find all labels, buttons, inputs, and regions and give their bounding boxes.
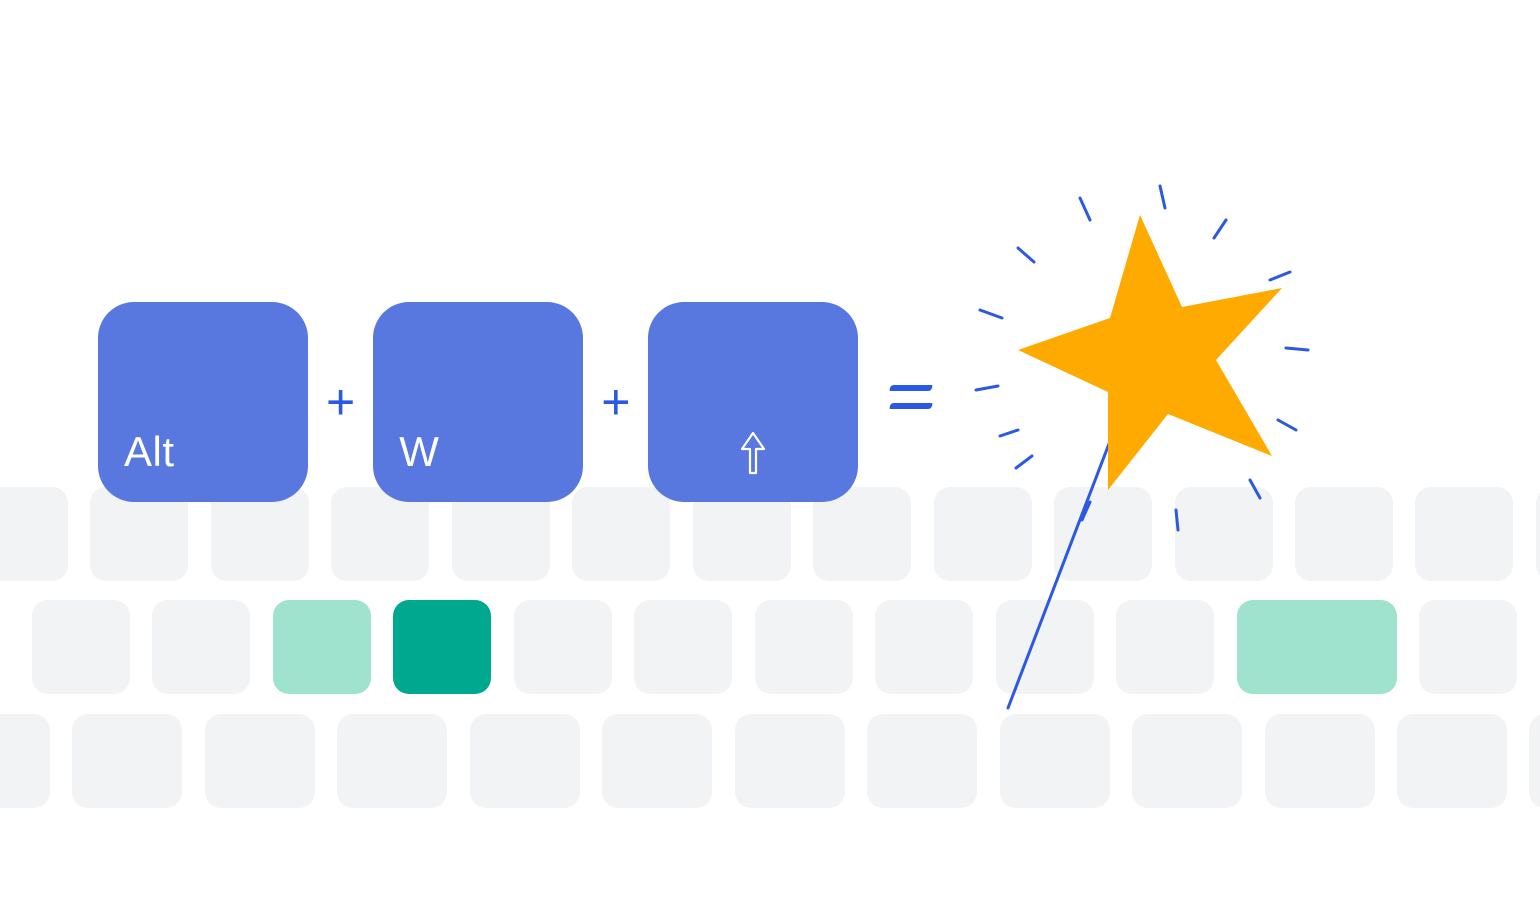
keyboard-key	[0, 714, 50, 808]
equals-icon	[890, 385, 932, 419]
illustration-stage: Alt + W +	[0, 0, 1540, 920]
keyboard-key	[1529, 714, 1540, 808]
keyboard-key	[152, 600, 250, 694]
shortcut-key-label: Alt	[124, 428, 175, 476]
keyboard-key	[602, 714, 712, 808]
star-icon	[1018, 215, 1282, 490]
keyboard-key	[72, 714, 182, 808]
keyboard-key	[875, 600, 973, 694]
keyboard-key	[514, 600, 612, 694]
shortcut-key-up	[648, 302, 858, 502]
shortcut-key-label: W	[399, 428, 439, 476]
shortcut-combo: Alt + W +	[98, 302, 858, 502]
plus-icon: +	[601, 377, 630, 427]
plus-icon: +	[326, 377, 355, 427]
keyboard-key	[1419, 600, 1517, 694]
keyboard-key	[634, 600, 732, 694]
keyboard-key	[1415, 487, 1513, 581]
keyboard-key-highlighted	[393, 600, 491, 694]
keyboard-key	[205, 714, 315, 808]
keyboard-key	[32, 600, 130, 694]
keyboard-key	[1536, 487, 1540, 581]
keyboard-key	[755, 600, 853, 694]
shortcut-key-alt: Alt	[98, 302, 308, 502]
keyboard-key-highlighted	[273, 600, 371, 694]
keyboard-key	[0, 487, 68, 581]
shortcut-key-w: W	[373, 302, 583, 502]
keyboard-key	[470, 714, 580, 808]
arrow-up-icon	[740, 431, 766, 480]
keyboard-key	[1397, 714, 1507, 808]
keyboard-key	[337, 714, 447, 808]
magic-wand	[960, 180, 1380, 740]
keyboard-key	[735, 714, 845, 808]
